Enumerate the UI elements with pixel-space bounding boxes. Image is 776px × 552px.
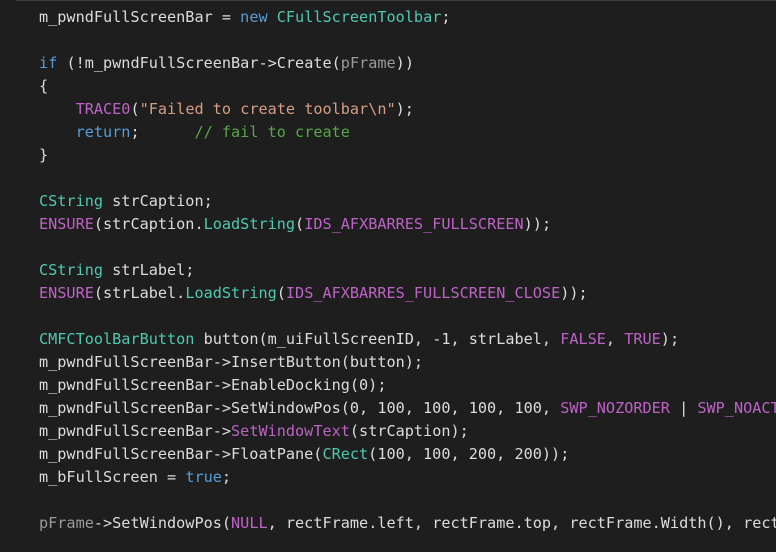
code-line[interactable]: } [39,144,776,167]
code-token-plain: strCaption; [103,192,213,210]
code-token-string: "Failed to create toolbar\n" [139,100,396,118]
code-line[interactable]: m_pwndFullScreenBar->SetWindowPos(0, 100… [39,397,776,420]
code-area[interactable]: m_pwndFullScreenBar = new CFullScreenToo… [39,6,776,535]
code-token-plain: m_pwndFullScreenBar->SetWindowPos(0, 100… [39,399,561,417]
code-token-macro: IDS_AFXBARRES_FULLSCREEN_CLOSE [285,284,561,302]
code-token-macro: NULL [231,514,268,532]
code-token-plain: , [605,330,625,348]
code-token-plain: button(m_uiFullScreenID, -1, strLabel, [194,330,561,348]
code-token-plain: ( [130,100,140,118]
code-token-param: pFrame [340,54,396,72]
code-line[interactable]: m_pwndFullScreenBar->FloatPane(CRect(100… [39,443,776,466]
code-token-type: CString [39,261,104,279]
code-token-plain: | [669,399,698,417]
code-line[interactable] [39,29,776,52]
code-token-plain: (! [57,54,85,72]
code-line[interactable] [39,489,776,512]
code-line[interactable]: CString strCaption; [39,190,776,213]
code-token-macro: IDS_AFXBARRES_FULLSCREEN [304,215,524,233]
code-token-plain: m_pwndFullScreenBar->InsertButton(button… [39,353,424,371]
code-token-plain: ; [221,468,232,486]
code-line[interactable]: m_bFullScreen = true; [39,466,776,489]
code-line[interactable]: return; // fail to create [39,121,776,144]
code-token-type: CString [39,192,104,210]
code-token-plain: )); [523,215,552,233]
code-token-plain: m_pwndFullScreenBar->FloatPane( [39,445,323,463]
code-line[interactable]: ENSURE(strCaption.LoadString(IDS_AFXBARR… [39,213,776,236]
code-line[interactable]: m_pwndFullScreenBar->SetWindowText(strCa… [39,420,776,443]
code-token-plain: ); [660,330,680,348]
code-token-plain: ( [331,54,341,72]
code-token-plain: )); [560,284,588,302]
code-token-plain: (strCaption. [93,215,204,233]
code-line[interactable] [39,167,776,190]
code-token-macro: SWP_NOZORDER [560,399,670,417]
code-token-plain: { [39,77,49,95]
code-token-plain: ; [130,123,195,141]
code-line[interactable]: if (!m_pwndFullScreenBar->Create(pFrame)… [39,52,776,75]
code-token-plain: ; [441,8,451,26]
code-token-plain: ->SetWindowPos( [93,514,232,532]
code-line[interactable]: m_pwndFullScreenBar->InsertButton(button… [39,351,776,374]
code-line[interactable]: m_pwndFullScreenBar = new CFullScreenToo… [39,6,776,29]
code-token-plain: (100, 100, 200, 200)); [368,445,570,463]
code-token-plain: m_pwndFullScreenBar = [39,8,241,26]
code-token-macro: SWP_NOACTIVATE [697,399,776,417]
code-token-macro: FALSE [560,330,606,348]
code-line[interactable] [39,236,776,259]
code-token-macro: TRUE [624,330,661,348]
code-token-type: CFullScreenToolbar [276,8,442,26]
code-token-plain: m_pwndFullScreenBar [84,54,259,72]
code-token-plain: ( [276,284,286,302]
code-token-plain: (strLabel. [93,284,186,302]
code-line[interactable] [39,305,776,328]
code-token-plain: -> [258,54,277,72]
code-token-type: LoadString [203,215,296,233]
code-line[interactable]: pFrame->SetWindowPos(NULL, rectFrame.lef… [39,512,776,535]
code-line[interactable]: CMFCToolBarButton button(m_uiFullScreenI… [39,328,776,351]
code-token-keyword: return [75,123,131,141]
code-token-keyword: true [185,468,222,486]
code-token-type: LoadString [185,284,277,302]
editor-top-border [0,0,776,1]
code-token-param: pFrame [39,514,94,532]
code-token-comment: // fail to create [194,123,350,141]
code-token-plain: strLabel; [103,261,195,279]
code-line[interactable]: m_pwndFullScreenBar->EnableDocking(0); [39,374,776,397]
code-token-plain: m_pwndFullScreenBar->EnableDocking(0); [39,376,387,394]
code-line[interactable]: ENSURE(strLabel.LoadString(IDS_AFXBARRES… [39,282,776,305]
editor-gutter [0,0,16,552]
code-editor[interactable]: m_pwndFullScreenBar = new CFullScreenToo… [0,0,776,552]
code-token-plain: (strCaption); [349,422,469,440]
code-token-type: CMFCToolBarButton [39,330,195,348]
code-token-plain: m_pwndFullScreenBar-> [39,422,232,440]
code-token-plain: m_bFullScreen = [39,468,186,486]
code-token-type: CRect [322,445,369,463]
code-token-keyword: new [240,8,268,26]
code-line[interactable]: CString strLabel; [39,259,776,282]
code-token-plain: } [39,146,49,164]
code-token-plain: Create [276,54,332,72]
code-token-macro: SetWindowText [231,422,350,440]
code-token-keyword: if [39,54,58,72]
code-token-macro: ENSURE [39,215,94,233]
code-token-plain: ( [295,215,305,233]
code-line[interactable]: { [39,75,776,98]
code-token-macro: ENSURE [39,284,94,302]
code-line[interactable]: TRACE0("Failed to create toolbar\n"); [39,98,776,121]
code-token-macro: TRACE0 [75,100,131,118]
code-token-plain: ); [395,100,414,118]
code-token-plain: )) [395,54,414,72]
code-token-plain: , rectFrame.left, rectFrame.top, rectFra… [267,514,776,532]
